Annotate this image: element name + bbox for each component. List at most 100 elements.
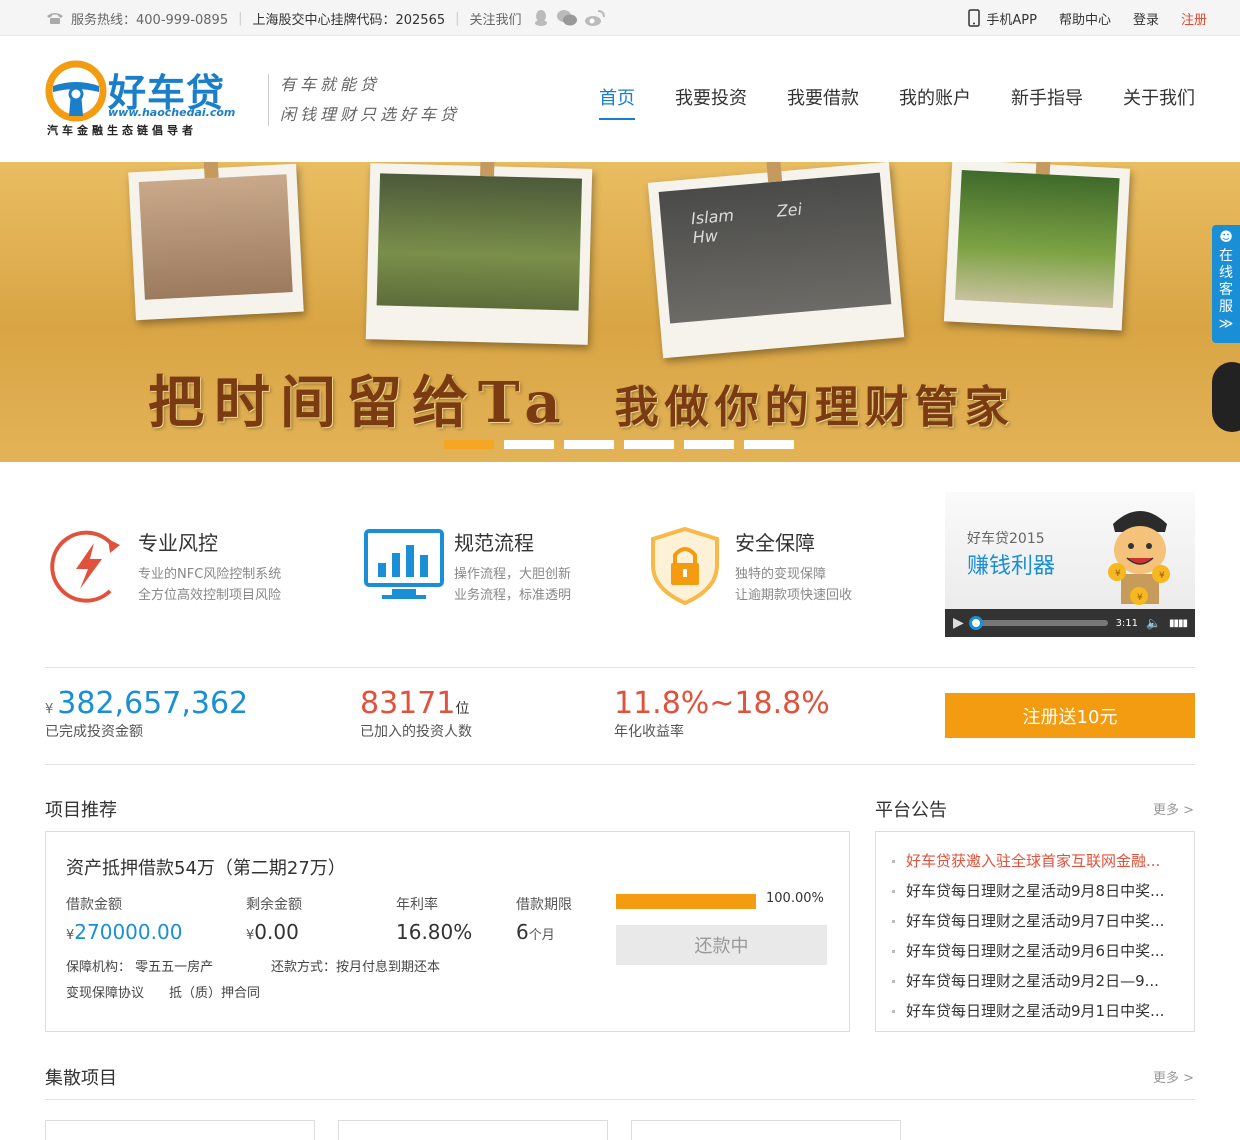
stat-investors: 83171位 已加入的投资人数 (360, 686, 472, 741)
project-guarantee: 保障机构： 零五五一房产 (66, 960, 214, 975)
mobile-app-link[interactable]: 手机APP (968, 9, 1037, 28)
listing-code-text: 上海股交中心挂牌代码：202565 (252, 12, 446, 28)
stat-invest-total: ¥382,657,362 已完成投资金额 (45, 686, 248, 741)
help-center-link[interactable]: 帮助中心 (1059, 9, 1111, 28)
photo-chalk-text: Islam (690, 205, 735, 229)
feature-text: 规范流程 操作流程，大胆创新 业务流程，标准透明 (454, 525, 571, 606)
main-nav: 首页 我要投资 我要借款 我的账户 新手指导 关于我们 (599, 84, 1195, 120)
hero-banner[interactable]: Islam Zei Hw 把时间留给Ta 我做你的理财管家 (0, 162, 1240, 462)
photo-chalk-text: Zei (775, 199, 803, 221)
slogan: 有车就能贷 闲钱理财只选好车贷 (280, 70, 460, 130)
scatter-card[interactable] (338, 1120, 608, 1140)
notice-more-link[interactable]: 更多 > (1153, 799, 1194, 818)
site-header: 好车贷 www.haochedai.com 汽车金融生态链倡导者 有车就能贷 闲… (0, 36, 1240, 162)
scatter-more-link[interactable]: 更多 > (1153, 1067, 1194, 1086)
carousel-dot-1[interactable] (444, 440, 494, 449)
project-progress-text: 100.00% (766, 891, 824, 906)
notice-item[interactable]: 好车贷每日理财之星活动9月8日中奖... (890, 876, 1180, 906)
notice-item[interactable]: 好车贷每日理财之星活动9月1日中奖... (890, 996, 1180, 1026)
project-amount-label: 借款金额 (66, 897, 122, 913)
logo-url: www.haochedai.com (108, 106, 236, 119)
nav-home[interactable]: 首页 (599, 84, 635, 120)
project-repay-method: 还款方式：按月付息到期还本 (271, 960, 441, 975)
banner-headline-sub: 我做你的理财管家 (614, 382, 1015, 433)
logo-tagline: 汽车金融生态链倡导者 (47, 124, 197, 137)
divider (45, 1099, 1195, 1100)
online-service-char: 服 (1219, 299, 1233, 315)
project-card[interactable]: 资产抵押借款54万（第二期27万） 借款金额 ¥270000.00 剩余金额 ¥… (45, 831, 850, 1032)
project-term-label: 借款期限 (516, 897, 572, 913)
online-service-char: 在 (1219, 248, 1233, 264)
top-bar: 服务热线：400-999-0895 | 上海股交中心挂牌代码：202565 | … (0, 0, 1240, 36)
login-link[interactable]: 登录 (1133, 9, 1159, 28)
project-term: 借款期限 6个月 (516, 894, 572, 944)
wechat-icon[interactable] (556, 9, 578, 27)
divider (45, 764, 1195, 765)
carousel-dot-4[interactable] (624, 440, 674, 449)
nav-about-us[interactable]: 关于我们 (1123, 84, 1195, 120)
stat-value: 382,657,362 (57, 686, 249, 721)
project-doc-link[interactable]: 抵（质）押合同 (169, 982, 260, 1001)
video-progress-bar[interactable] (968, 616, 1108, 630)
volume-bars-icon[interactable]: ▮▮▮▮ (1169, 618, 1188, 629)
notice-item[interactable]: 好车贷每日理财之星活动9月7日中奖... (890, 906, 1180, 936)
register-link[interactable]: 注册 (1181, 9, 1207, 28)
nav-my-account[interactable]: 我的账户 (899, 84, 971, 120)
video-progress-knob[interactable] (968, 616, 983, 630)
expand-arrow-icon: ≫ (1218, 316, 1234, 332)
nav-borrow[interactable]: 我要借款 (787, 84, 859, 120)
carousel-dot-2[interactable] (504, 440, 554, 449)
notice-section-title: 平台公告 (875, 800, 947, 821)
coin-symbol: ¥ (1137, 593, 1143, 603)
play-icon[interactable]: ▶ (953, 615, 964, 631)
project-term-value: 6 (516, 920, 529, 944)
project-rate-value: 16.80% (396, 920, 473, 944)
weibo-icon[interactable] (584, 9, 606, 27)
feature-desc: 业务流程，标准透明 (454, 588, 572, 603)
telephone-icon (47, 13, 63, 24)
customer-service-icon: ☻ (1219, 230, 1233, 245)
scatter-card[interactable] (631, 1120, 901, 1140)
logo-divider (268, 74, 269, 126)
mascot-illustration: ¥ ¥ ¥ (1108, 511, 1170, 605)
nav-invest[interactable]: 我要投资 (675, 84, 747, 120)
feature-text: 专业风控 专业的NFC风险控制系统 全方位高效控制项目风险 (138, 525, 281, 606)
carousel-dot-5[interactable] (684, 440, 734, 449)
feature-title: 安全保障 (735, 531, 815, 555)
nav-beginner-guide[interactable]: 新手指导 (1011, 84, 1083, 120)
top-bar-left: 服务热线：400-999-0895 | 上海股交中心挂牌代码：202565 | … (45, 0, 606, 36)
register-bonus-button[interactable]: 注册送10元 (945, 693, 1195, 738)
feature-process: 规范流程 操作流程，大胆创新 业务流程，标准透明 (364, 525, 571, 606)
project-progress-fill (616, 894, 756, 909)
online-service-tab[interactable]: ☻ 在 线 客 服 ≫ (1212, 225, 1240, 343)
notice-item[interactable]: 好车贷每日理财之星活动9月2日—9... (890, 966, 1180, 996)
divider: | (238, 10, 243, 26)
currency-symbol: ¥ (45, 702, 54, 717)
online-service-char: 客 (1219, 282, 1233, 298)
coin-symbol: ¥ (1115, 569, 1121, 579)
stat-value: 83171 (360, 686, 456, 721)
project-remaining: 剩余金额 ¥0.00 (246, 894, 302, 944)
stat-label: 已完成投资金额 (45, 724, 143, 740)
banner-photo (128, 162, 304, 321)
feature-risk-control: 专业风控 专业的NFC风险控制系统 全方位高效控制项目风险 (48, 525, 281, 606)
volume-icon[interactable]: 🔈 (1146, 616, 1161, 630)
video-title-small: 好车贷2015 (967, 531, 1045, 547)
banner-headline: 把时间留给Ta 我做你的理财管家 (148, 358, 1015, 439)
qq-icon[interactable] (532, 9, 550, 27)
mobile-app-label: 手机APP (986, 12, 1037, 28)
project-name[interactable]: 资产抵押借款54万（第二期27万） (66, 854, 346, 880)
site-logo[interactable]: 好车贷 www.haochedai.com 汽车金融生态链倡导者 (45, 60, 260, 140)
notice-item[interactable]: 好车贷每日理财之星活动9月6日中奖... (890, 936, 1180, 966)
divider: | (455, 10, 460, 26)
notice-item[interactable]: 好车贷获邀入驻全球首家互联网金融... (890, 846, 1180, 876)
video-controls: ▶ 3:11 🔈 ▮▮▮▮ (945, 609, 1195, 637)
repaying-status-button[interactable]: 还款中 (616, 925, 827, 965)
promo-video-player[interactable]: 好车贷2015 赚钱利器 ¥ ¥ ¥ ▶ 3:11 🔈 ▮▮▮▮ (945, 492, 1195, 637)
scatter-card[interactable] (45, 1120, 315, 1140)
carousel-dot-6[interactable] (744, 440, 794, 449)
scatter-section-title: 集散项目 (45, 1068, 117, 1089)
project-doc-link[interactable]: 变现保障协议 (66, 982, 144, 1001)
lightning-icon (50, 530, 120, 603)
carousel-dot-3[interactable] (564, 440, 614, 449)
